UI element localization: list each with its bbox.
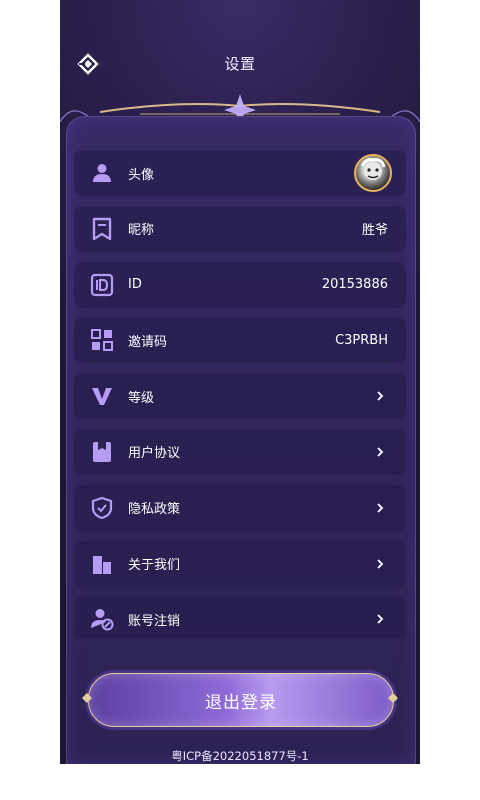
bookmark-icon bbox=[92, 217, 112, 240]
shield-check-icon bbox=[91, 496, 113, 519]
avatar[interactable] bbox=[354, 154, 392, 192]
settings-row-id[interactable]: ID 20153886 bbox=[74, 261, 406, 308]
chevron-right-icon bbox=[377, 503, 384, 513]
invite-code-value: C3PRBH bbox=[335, 332, 388, 348]
qr-grid-icon bbox=[91, 329, 113, 352]
settings-row-label: 头像 bbox=[128, 167, 155, 183]
settings-list: 头像 昵称 胜爷 ID 20153886 邀请码 C3PRBH 等级 用户协议 … bbox=[74, 150, 406, 638]
chevron-right-icon bbox=[377, 614, 384, 625]
chevron-right-icon bbox=[377, 391, 384, 401]
settings-row-label: 账号注销 bbox=[128, 613, 181, 629]
diamond-ornament-right bbox=[388, 693, 398, 703]
logout-label: 退出登录 bbox=[205, 692, 277, 713]
settings-row-label: 关于我们 bbox=[128, 558, 181, 574]
settings-row-label: ID bbox=[128, 277, 142, 293]
logout-button[interactable]: 退出登录 bbox=[88, 673, 394, 727]
settings-row-label: 用户协议 bbox=[128, 446, 181, 462]
settings-row-about-us[interactable]: 关于我们 bbox=[74, 540, 406, 587]
nickname-value: 胜爷 bbox=[361, 223, 388, 239]
avatar-image bbox=[360, 158, 386, 180]
level-v-icon bbox=[92, 388, 112, 406]
building-icon bbox=[93, 555, 111, 574]
settings-row-nickname[interactable]: 昵称 胜爷 bbox=[74, 205, 406, 252]
diamond-ornament-left bbox=[82, 693, 92, 703]
id-value: 20153886 bbox=[321, 277, 388, 293]
page-title: 设置 bbox=[224, 55, 256, 73]
chevron-right-icon bbox=[377, 558, 384, 569]
agreement-icon bbox=[93, 441, 111, 462]
chevron-right-icon bbox=[377, 447, 384, 457]
user-remove-icon bbox=[91, 609, 114, 631]
icp-footer[interactable]: 粤ICP备2022051877号-1 bbox=[60, 748, 420, 764]
settings-row-level[interactable]: 等级 bbox=[74, 373, 406, 420]
settings-row-invite-code[interactable]: 邀请码 C3PRBH bbox=[74, 317, 406, 364]
settings-row-label: 隐私政策 bbox=[128, 502, 181, 518]
settings-row-delete-account[interactable]: 账号注销 bbox=[74, 596, 406, 638]
settings-row-label: 昵称 bbox=[128, 223, 155, 239]
settings-row-label: 邀请码 bbox=[128, 334, 168, 350]
settings-row-avatar[interactable]: 头像 bbox=[74, 150, 406, 196]
user-icon bbox=[93, 164, 111, 182]
settings-row-label: 等级 bbox=[128, 390, 155, 406]
settings-row-user-agreement[interactable]: 用户协议 bbox=[74, 428, 406, 475]
id-icon bbox=[90, 273, 114, 296]
settings-row-privacy-policy[interactable]: 隐私政策 bbox=[74, 484, 406, 531]
